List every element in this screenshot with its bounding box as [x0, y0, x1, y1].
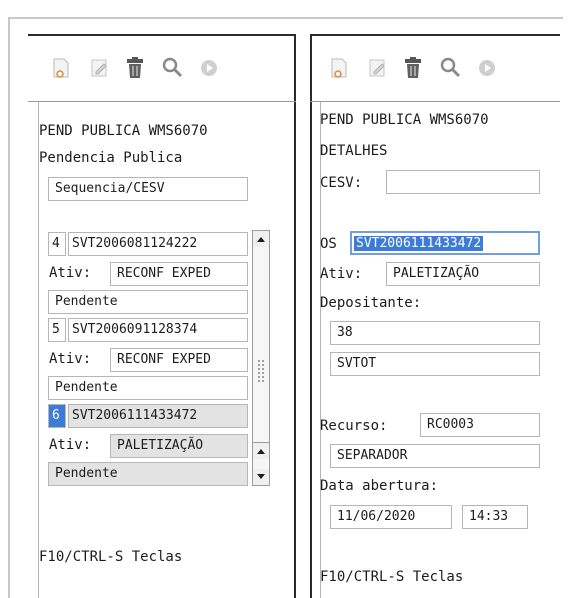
edit-icon[interactable]	[364, 54, 390, 82]
row-activity[interactable]: PALETIZAÇÃO	[110, 434, 248, 458]
row-code[interactable]: SVT2006111433472	[68, 404, 248, 428]
depositante-code-field[interactable]: 38	[330, 321, 540, 345]
edit-icon[interactable]	[86, 54, 112, 82]
row-number[interactable]: 5	[48, 318, 66, 342]
row-scrollbar[interactable]	[252, 442, 270, 486]
screen-title: PEND PUBLICA WMS6070	[39, 123, 208, 139]
row-activity[interactable]: RECONF EXPED	[110, 262, 248, 286]
trash-icon[interactable]	[400, 54, 426, 82]
ativ-label: Ativ:	[320, 266, 363, 282]
window-top-border	[8, 17, 563, 19]
ativ-label: Ativ:	[49, 437, 92, 453]
trash-icon[interactable]	[122, 54, 148, 82]
new-file-icon[interactable]	[326, 54, 352, 82]
data-abertura-label: Data abertura:	[320, 478, 439, 494]
list-scrollbar[interactable]	[252, 230, 270, 464]
ativ-label: Ativ:	[49, 351, 92, 367]
new-file-icon[interactable]	[48, 54, 74, 82]
search-icon[interactable]	[160, 54, 186, 82]
window-left-border	[8, 17, 10, 598]
scroll-down-icon[interactable]	[253, 469, 269, 485]
footer-keys: F10/CTRL-S Teclas	[320, 569, 464, 585]
row-activity[interactable]: RECONF EXPED	[110, 348, 248, 372]
scroll-grip[interactable]	[257, 359, 265, 383]
cesv-field[interactable]	[386, 170, 540, 194]
depositante-label: Depositante:	[320, 295, 422, 311]
row-code[interactable]: SVT2006091128374	[68, 318, 248, 342]
row-number-selected[interactable]: 6	[48, 404, 66, 428]
date-field[interactable]: 11/06/2020	[330, 505, 452, 529]
row-status[interactable]: Pendente	[48, 376, 248, 400]
pending-list-panel: PEND PUBLICA WMS6070 Pendencia Publica S…	[28, 34, 296, 598]
cesv-label: CESV:	[320, 175, 363, 191]
play-circle-icon[interactable]	[474, 54, 500, 82]
screen-subtitle: DETALHES	[320, 143, 388, 159]
os-field[interactable]: SVT2006111433472	[350, 231, 540, 255]
scroll-up-icon[interactable]	[253, 231, 269, 247]
row-code[interactable]: SVT2006081124222	[68, 232, 248, 256]
row-status[interactable]: Pendente	[48, 462, 248, 486]
row-status[interactable]: Pendente	[48, 290, 248, 314]
time-field[interactable]: 14:33	[462, 505, 528, 529]
recurso-field[interactable]: RC0003	[420, 413, 540, 437]
recurso-label: Recurso:	[320, 418, 388, 434]
details-panel: PEND PUBLICA WMS6070 DETALHES CESV: OS S…	[310, 34, 560, 598]
depositante-name-field[interactable]: SVTOT	[330, 352, 540, 376]
screen-subtitle: Pendencia Publica	[39, 150, 183, 166]
ativ-label: Ativ:	[49, 265, 92, 281]
recurso-role-field[interactable]: SEPARADOR	[330, 444, 540, 468]
scroll-up-icon[interactable]	[253, 443, 269, 459]
os-label: OS	[320, 236, 337, 252]
filter-field[interactable]: Sequencia/CESV	[48, 177, 248, 201]
footer-keys: F10/CTRL-S Teclas	[39, 549, 183, 565]
play-circle-icon[interactable]	[196, 54, 222, 82]
search-icon[interactable]	[438, 54, 464, 82]
ativ-field[interactable]: PALETIZAÇÃO	[386, 262, 540, 286]
os-value: SVT2006111433472	[354, 236, 484, 251]
screen-title: PEND PUBLICA WMS6070	[320, 112, 489, 128]
row-number[interactable]: 4	[48, 232, 66, 256]
